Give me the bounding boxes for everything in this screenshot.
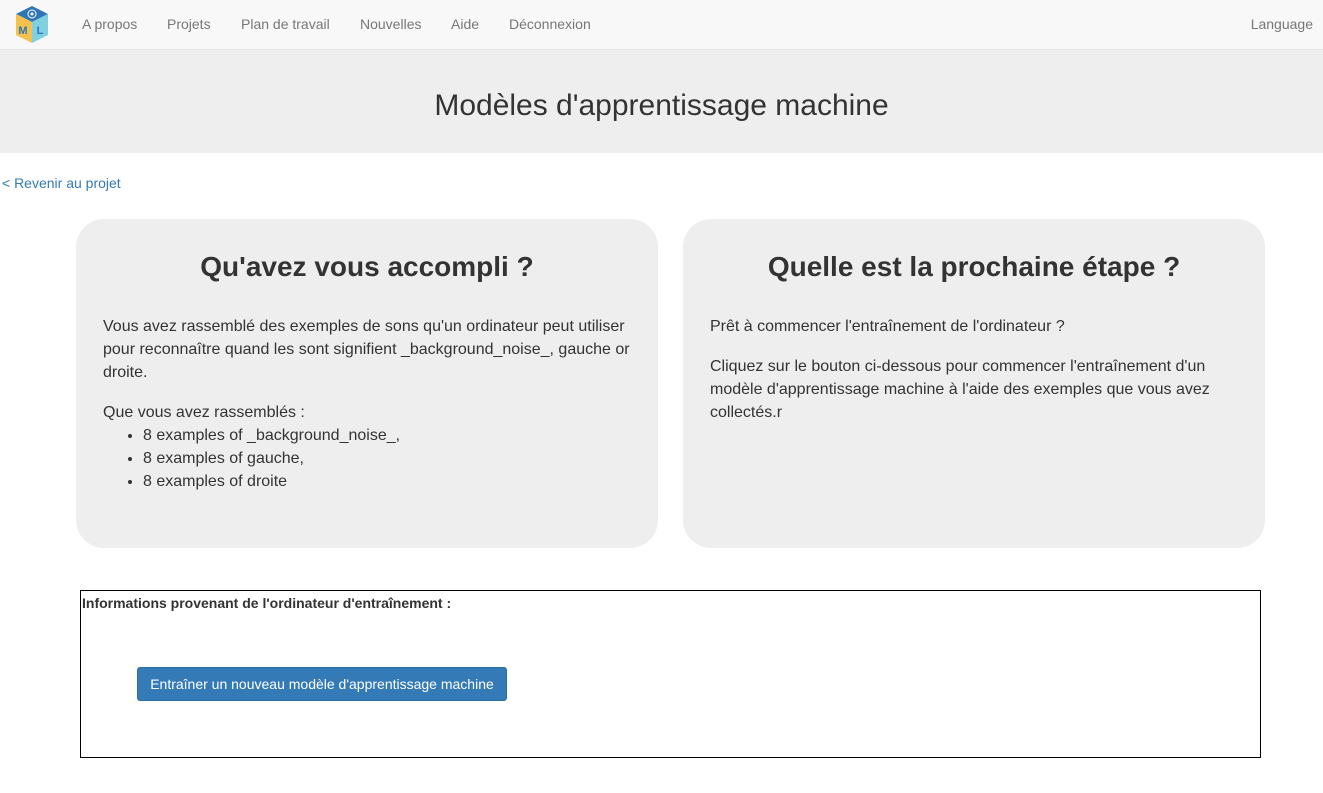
training-info-title: Informations provenant de l'ordinateur d… (82, 595, 452, 611)
accomplished-body: Vous avez rassemblé des exemples de sons… (103, 315, 634, 493)
train-new-model-button[interactable]: Entraîner un nouveau modèle d'apprentiss… (137, 667, 507, 701)
list-item: 8 examples of droite (143, 470, 634, 493)
nav-help[interactable]: Aide (451, 16, 479, 32)
list-item: 8 examples of _background_noise_, (143, 424, 634, 447)
ml-cube-logo-icon[interactable]: M L (14, 5, 50, 44)
nav-projects[interactable]: Projets (167, 16, 211, 32)
accomplished-paragraph: Vous avez rassemblé des exemples de sons… (103, 318, 630, 381)
nav-worksheets[interactable]: Plan de travail (241, 16, 330, 32)
page-title: Modèles d'apprentissage machine (434, 89, 889, 122)
nav-about[interactable]: A propos (82, 16, 137, 32)
accomplished-panel: Qu'avez vous accompli ? Vous avez rassem… (76, 219, 658, 548)
accomplished-title: Qu'avez vous accompli ? (200, 251, 534, 282)
nav-logout[interactable]: Déconnexion (509, 16, 591, 32)
list-item: 8 examples of gauche, (143, 447, 634, 470)
navbar: M L A propos Projets Plan de travail Nou… (0, 0, 1323, 50)
back-to-project-link[interactable]: < Revenir au projet (2, 175, 121, 191)
next-step-title: Quelle est la prochaine étape ? (767, 251, 1181, 282)
next-step-body: Prêt à commencer l'entraînement de l'ord… (710, 315, 1241, 441)
next-step-paragraph-2: Cliquez sur le bouton ci-dessous pour co… (710, 358, 1210, 421)
nav-news[interactable]: Nouvelles (360, 16, 421, 32)
next-step-panel: Quelle est la prochaine étape ? Prêt à c… (683, 219, 1265, 548)
logo-letter-m: M (18, 25, 27, 37)
logo-letter-l: L (37, 25, 44, 37)
collected-list: 8 examples of _background_noise_, 8 exam… (103, 424, 634, 493)
page-banner: Modèles d'apprentissage machine (0, 50, 1323, 153)
collected-intro: Que vous avez rassemblés : (103, 404, 305, 421)
training-info-box: Informations provenant de l'ordinateur d… (80, 590, 1261, 758)
nav-language[interactable]: Language (1251, 16, 1313, 32)
next-step-paragraph-1: Prêt à commencer l'entraînement de l'ord… (710, 318, 1065, 335)
